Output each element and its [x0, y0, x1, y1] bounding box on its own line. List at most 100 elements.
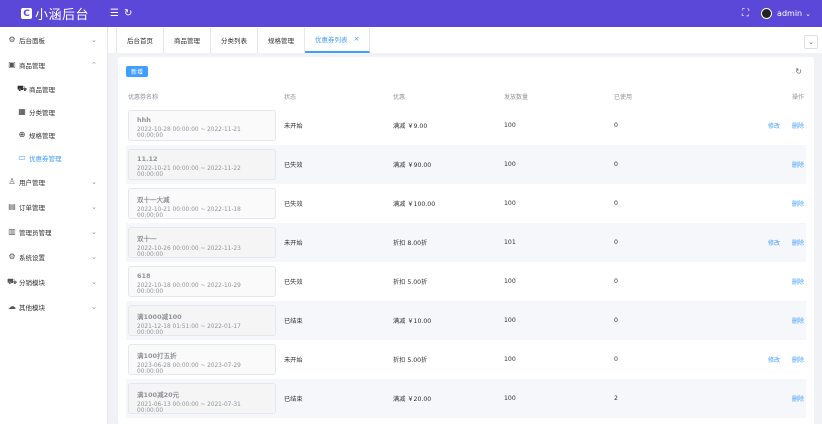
coupon-name: 满1000减100 — [137, 313, 182, 321]
cell-total: 100 — [504, 317, 516, 324]
delete-button[interactable]: 删除 — [792, 277, 804, 286]
table-row: 11.12 2022-10-21 00:00:00 ~ 2022-11-22 00… — [126, 145, 806, 184]
table-row: hhh 2022-10-28 00:00:00 ~ 2022-11-21 00:0… — [126, 106, 806, 145]
coupon-card: 11.12 2022-10-21 00:00:00 ~ 2022-11-22 00… — [128, 149, 276, 180]
cell-actions: 删除 — [726, 277, 806, 286]
coupon-date: 2021-06-13 00:00:00 ~ 2021-07-31 00:00:0… — [137, 402, 241, 414]
cell-status: 未开始 — [284, 123, 303, 130]
table-row: 双十一 2022-10-26 00:00:00 ~ 2022-11-23 00:0… — [126, 223, 806, 262]
table-row: 满1000减100 2021-12-18 01:51:00 ~ 2022-01-1… — [126, 301, 806, 340]
tab-label: 规格管理 — [268, 37, 294, 45]
sidebar-subitem-label: 分类管理 — [29, 108, 55, 117]
chevron-icon: ⌄ — [91, 277, 97, 286]
cart-icon: ⛟ — [7, 276, 18, 286]
logo: C 小涵后台 — [0, 4, 108, 23]
sidebar-item-label: 系统设置 — [19, 253, 45, 262]
coupon-date: 2023-06-28 00:00:00 ~ 2023-07-29 00:00:0… — [137, 363, 241, 375]
delete-button[interactable]: 删除 — [792, 394, 804, 403]
coupon-date: 2022-10-21 00:00:00 ~ 2022-11-22 00:00:0… — [137, 166, 241, 178]
edit-button[interactable]: 修改 — [768, 238, 780, 247]
tab[interactable]: 优惠券列表 × — [305, 27, 371, 53]
coupon-icon: ▭ — [18, 153, 26, 162]
cell-status: 已失效 — [284, 279, 303, 286]
coupon-name: 满100打五折 — [137, 352, 177, 360]
tab[interactable]: 商品管理 — [164, 27, 211, 53]
table-refresh-icon[interactable]: ↻ — [795, 67, 802, 76]
fullscreen-icon[interactable]: ⛶ — [742, 8, 749, 19]
sidebar-item-label: 用户管理 — [19, 178, 45, 187]
sidebar-item[interactable]: ☁ 其他模块 ⌄ — [0, 294, 107, 319]
cell-total: 100 — [504, 278, 516, 285]
cell-status: 已结束 — [284, 396, 303, 403]
delete-button[interactable]: 删除 — [792, 238, 804, 247]
coupon-name: 11.12 — [137, 155, 158, 163]
user-icon: ♙ — [8, 177, 16, 186]
sidebar-subitem[interactable]: ⊕ 规格管理 — [0, 123, 107, 146]
cell-used: 2 — [614, 395, 618, 402]
sidebar-item[interactable]: ⚙ 后台面板 ⌄ — [0, 27, 107, 52]
cell-used: 0 — [614, 200, 618, 207]
sidebar-item[interactable]: ⛟ 分销模块 ⌄ — [0, 269, 107, 294]
tab[interactable]: 规格管理 — [258, 27, 305, 53]
th-status: 状态 — [284, 93, 297, 101]
coupon-card: 满100减20元 2021-06-13 00:00:00 ~ 2021-07-31… — [128, 383, 276, 414]
sidebar: ⚙ 后台面板 ⌄ ▣ 商品管理 ⌃ ⛟ 商品管理 ▦ 分类管理 ⊕ 规格管理 ▭ 优惠券管理 ♙ 用户管理 ⌄ ▤… — [0, 27, 108, 424]
chevron-down-icon[interactable]: ⌄ — [805, 10, 811, 18]
order-icon: ▤ — [8, 202, 16, 211]
sidebar-subitem[interactable]: ▦ 分类管理 — [0, 100, 107, 123]
sidebar-subitem-label: 商品管理 — [29, 85, 55, 94]
coupon-name: 满100减20元 — [137, 391, 180, 399]
sidebar-subitem[interactable]: ▭ 优惠券管理 — [0, 146, 107, 169]
bag-icon: ▣ — [8, 60, 16, 69]
settings-icon: ⚙ — [8, 252, 16, 261]
table-row: 满100打五折 2023-06-28 00:00:00 ~ 2023-07-29 … — [126, 340, 806, 379]
cell-name: 11.12 2022-10-21 00:00:00 ~ 2022-11-22 00… — [126, 149, 280, 180]
cell-name: 满100减20元 2021-06-13 00:00:00 ~ 2021-07-31… — [126, 383, 280, 414]
sidebar-item[interactable]: ▥ 管理员管理 ⌄ — [0, 219, 107, 244]
sidebar-item-label: 管理员管理 — [19, 228, 52, 237]
delete-button[interactable]: 删除 — [792, 121, 804, 130]
sidebar-item-label: 分销模块 — [19, 278, 45, 287]
admin-icon: ▥ — [8, 227, 16, 236]
delete-button[interactable]: 删除 — [792, 316, 804, 325]
cell-status: 已失效 — [284, 201, 303, 208]
add-button[interactable]: 新增 — [126, 66, 149, 77]
coupon-date: 2022-10-28 00:00:00 ~ 2022-11-21 00:00:0… — [137, 127, 241, 139]
cell-used: 0 — [614, 161, 618, 168]
app-title: 小涵后台 — [35, 8, 90, 23]
sidebar-item[interactable]: ⚙ 系统设置 ⌄ — [0, 244, 107, 269]
coupon-date: 2022-10-18 00:00:00 ~ 2022-10-29 00:00:0… — [137, 283, 241, 295]
table-row: 满100减20元 2021-06-13 00:00:00 ~ 2021-07-31… — [126, 379, 806, 418]
delete-button[interactable]: 删除 — [792, 355, 804, 364]
close-icon[interactable]: × — [354, 35, 360, 43]
user-name[interactable]: admin — [777, 9, 802, 18]
sidebar-subitem[interactable]: ⛟ 商品管理 — [0, 77, 107, 100]
sidebar-item[interactable]: ▤ 订单管理 ⌄ — [0, 194, 107, 219]
tab[interactable]: 后台首页 — [116, 27, 164, 53]
chevron-icon: ⌄ — [91, 177, 97, 186]
coupon-date: 2022-10-26 00:00:00 ~ 2022-11-23 00:00:0… — [137, 246, 241, 258]
sidebar-item[interactable]: ▣ 商品管理 ⌃ — [0, 52, 107, 77]
th-discount: 优惠 — [393, 93, 406, 101]
content-card: 新增 ↻ 优惠券名称 状态 优惠 发放数量 已使用 操作 hhh 2022-10-… — [118, 57, 814, 424]
menu-fold-icon[interactable]: ☰ — [110, 8, 119, 19]
cell-discount: 满减 ￥90.00 — [393, 162, 432, 169]
avatar[interactable] — [761, 8, 773, 19]
coupon-date: 2022-10-21 00:00:00 ~ 2022-11-18 00:00:0… — [137, 207, 241, 219]
refresh-icon[interactable]: ↻ — [124, 8, 132, 19]
tab[interactable]: 分类列表 — [211, 27, 258, 53]
chevron-icon: ⌄ — [91, 302, 97, 311]
edit-button[interactable]: 修改 — [768, 355, 780, 364]
sidebar-item-label: 订单管理 — [19, 203, 45, 212]
sidebar-subitem-label: 优惠券管理 — [29, 154, 62, 163]
cart-icon: ⛟ — [17, 83, 28, 93]
sidebar-item[interactable]: ♙ 用户管理 ⌄ — [0, 169, 107, 194]
delete-button[interactable]: 删除 — [792, 160, 804, 169]
tab-dropdown-icon[interactable]: ⌄ — [804, 35, 818, 49]
cell-discount: 折扣 5.00折 — [393, 357, 428, 364]
cell-discount: 满减 ￥20.00 — [393, 396, 432, 403]
edit-button[interactable]: 修改 — [768, 121, 780, 130]
table-row: 618 2022-10-18 00:00:00 ~ 2022-10-29 00:0… — [126, 262, 806, 301]
gear-icon: ⚙ — [8, 35, 16, 44]
delete-button[interactable]: 删除 — [792, 199, 804, 208]
